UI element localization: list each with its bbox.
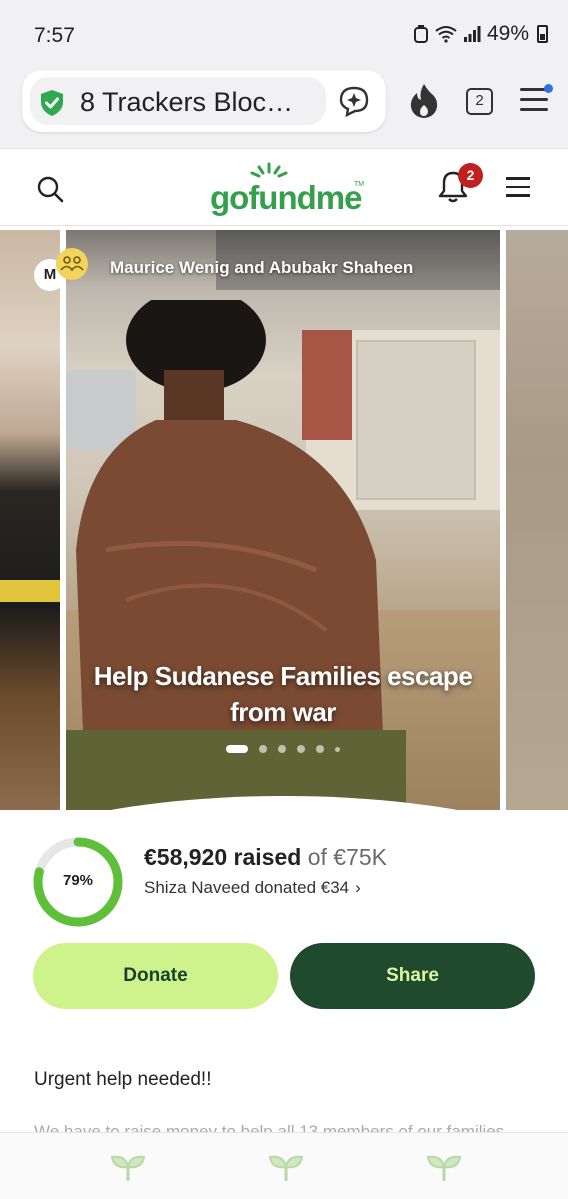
- chevron-right-icon: ›: [355, 878, 361, 897]
- gofundme-logo[interactable]: gofundme TM: [210, 161, 364, 217]
- menu-notification-dot: [544, 84, 553, 93]
- sprout-icon[interactable]: [108, 1151, 148, 1183]
- raised-summary: €58,920 raised of €75K: [144, 844, 387, 871]
- recent-donation-link[interactable]: Shiza Naveed donated €34 ›: [144, 878, 361, 898]
- fire-icon[interactable]: [408, 83, 440, 119]
- sprout-icon[interactable]: [266, 1151, 306, 1183]
- logo-trademark: TM: [354, 181, 365, 188]
- campaign-title-line1: Help Sudanese Families escape: [93, 661, 473, 691]
- battery-icon: [537, 25, 548, 43]
- battery-percent: 49%: [486, 22, 529, 45]
- carousel-dot[interactable]: [335, 746, 340, 752]
- bottom-navigation: [0, 1132, 568, 1199]
- wifi-icon: [435, 26, 457, 43]
- organizer-names[interactable]: Maurice Wenig and Abubakr Shaheen: [110, 258, 413, 278]
- browser-toolbar: 8 Trackers Bloc… 2: [0, 66, 568, 148]
- recent-donation-text: Shiza Naveed donated €34: [144, 878, 350, 897]
- alarm-icon: [413, 25, 428, 43]
- notification-badge[interactable]: 2: [458, 163, 483, 188]
- campaign-carousel[interactable]: M Maurice Wenig and Abubakr Shaheen Help…: [0, 226, 568, 816]
- ai-sparkle-icon[interactable]: [338, 85, 370, 117]
- shield-check-icon: [41, 90, 63, 116]
- story-heading: Urgent help needed!!: [34, 1069, 212, 1090]
- search-icon[interactable]: [36, 175, 64, 203]
- campaign-title: Help Sudanese Families escape from war: [66, 658, 500, 730]
- sprout-icon[interactable]: [424, 1151, 464, 1183]
- carousel-dot[interactable]: [226, 745, 248, 753]
- carousel-dots[interactable]: [226, 745, 340, 753]
- hamburger-icon[interactable]: [506, 177, 530, 197]
- progress-percent: 79%: [62, 872, 94, 889]
- team-icon: [60, 256, 84, 272]
- status-bar: 7:57 49%: [0, 0, 568, 66]
- carousel-dot[interactable]: [278, 745, 286, 753]
- person-figure: [66, 300, 406, 810]
- carousel-dot[interactable]: [316, 745, 324, 753]
- site-header: gofundme TM 2: [0, 148, 568, 226]
- status-icons: 49%: [413, 22, 548, 46]
- signal-icon: [463, 26, 481, 42]
- campaign-title-line2: from war: [230, 697, 336, 727]
- previous-slide-image[interactable]: [0, 230, 60, 810]
- donation-summary: 79% €58,920 raised of €75K Shiza Naveed …: [0, 816, 568, 1136]
- donate-button[interactable]: Donate: [33, 943, 278, 1009]
- tracker-count-text: 8 Trackers Bloc…: [80, 87, 294, 117]
- tabs-icon[interactable]: 2: [466, 88, 493, 115]
- address-bar[interactable]: 8 Trackers Bloc…: [22, 70, 386, 132]
- team-avatar[interactable]: [56, 248, 88, 280]
- next-slide-image[interactable]: [506, 230, 568, 810]
- carousel-dot[interactable]: [259, 745, 267, 753]
- share-button[interactable]: Share: [290, 943, 535, 1009]
- menu-icon[interactable]: [520, 88, 548, 112]
- status-time: 7:57: [34, 24, 75, 47]
- goal-amount: of €75K: [307, 844, 387, 870]
- carousel-dot[interactable]: [297, 745, 305, 753]
- logo-text: gofundme: [210, 179, 362, 216]
- raised-amount: €58,920 raised: [144, 844, 302, 870]
